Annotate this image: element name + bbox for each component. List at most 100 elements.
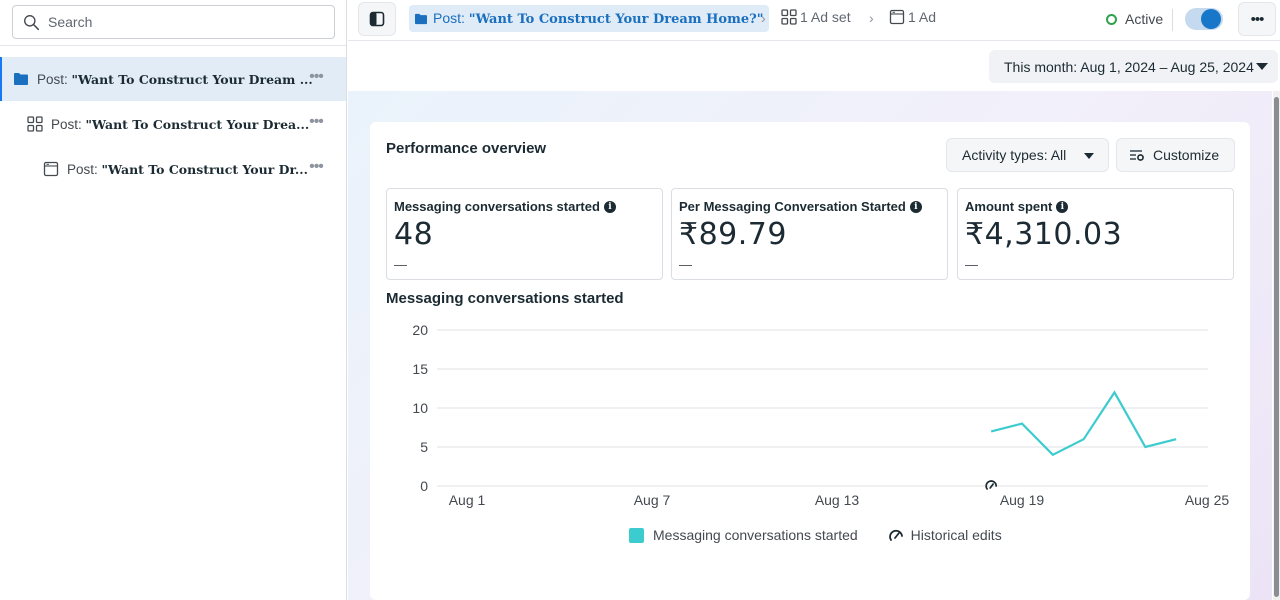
historical-edits-icon <box>888 529 903 541</box>
more-options-button[interactable]: ••• <box>306 114 326 131</box>
data-point[interactable] <box>1139 441 1151 453</box>
more-options-button[interactable]: ••• <box>306 69 326 86</box>
folder-icon <box>415 13 427 24</box>
metric-label-row: Amount spent i <box>965 199 1069 214</box>
info-icon[interactable]: i <box>909 200 922 213</box>
info-icon[interactable]: i <box>603 200 616 213</box>
metric-label-row: Per Messaging Conversation Started i <box>679 199 922 214</box>
y-tick-label: 15 <box>412 361 428 377</box>
metric-delta: — <box>394 257 407 272</box>
folder-icon <box>13 71 29 87</box>
scrollbar-thumb[interactable] <box>1274 97 1279 597</box>
x-tick-label: Aug 19 <box>1000 492 1045 508</box>
toggle-sidebar-button[interactable] <box>358 2 396 36</box>
breadcrumb-ad-set-label: 1 Ad set <box>800 9 851 25</box>
scrollbar[interactable] <box>1273 91 1280 600</box>
legend-item-historical-edits: Historical edits <box>888 527 1002 543</box>
data-point[interactable] <box>1170 433 1182 445</box>
tree-item-ad-set[interactable]: Post: "Want To Construct Your Drea... ••… <box>0 102 346 146</box>
top-bar: Post: "Want To Construct Your Dream Home… <box>348 0 1280 41</box>
label-title: "Want To Construct Your Dream ... <box>71 71 313 87</box>
caret-down-icon <box>1084 153 1094 159</box>
ad-window-icon <box>889 9 905 25</box>
label-prefix: Post: <box>37 71 72 87</box>
x-tick-label: Aug 13 <box>815 492 860 508</box>
info-icon[interactable]: i <box>1056 200 1069 213</box>
metric-value: 48 <box>394 217 434 252</box>
chevron-right-icon: › <box>869 10 874 26</box>
metric-label: Messaging conversations started <box>394 199 600 214</box>
metric-card-cost-per-conversation[interactable]: Per Messaging Conversation Started i ₹89.… <box>671 188 948 280</box>
customize-button[interactable]: Customize <box>1116 138 1235 172</box>
ad-window-icon <box>43 161 59 177</box>
performance-overview-card: Performance overview Activity types: All… <box>370 122 1250 600</box>
breadcrumb-ad[interactable]: 1 Ad <box>889 9 936 25</box>
tree-item-label: Post: "Want To Construct Your Drea... <box>51 117 309 132</box>
tree-item-campaign[interactable]: Post: "Want To Construct Your Dream ... … <box>0 57 346 101</box>
x-tick-label: Aug 1 <box>449 492 486 508</box>
tree-item-label: Post: "Want To Construct Your Dream ... <box>37 72 313 87</box>
x-tick-label: Aug 7 <box>634 492 671 508</box>
chart-svg: 0 5 10 15 20 Aug 1 Aug 7 Aug 13 Aug 19 Aug 25 <box>412 322 1230 508</box>
delivery-status: Active <box>1106 11 1163 27</box>
line-chart: 0 5 10 15 20 Aug 1 Aug 7 Aug 13 Aug 19 Aug 25 <box>370 312 1250 562</box>
metric-card-messaging-conversations[interactable]: Messaging conversations started i 48 — <box>386 188 663 280</box>
metric-label-row: Messaging conversations started i <box>394 199 616 214</box>
chart-legend: Messaging conversations started Historic… <box>629 527 1002 543</box>
sidebar: Post: "Want To Construct Your Dream ... … <box>0 0 347 600</box>
legend-swatch <box>629 527 644 543</box>
tree-item-label: Post: "Want To Construct Your Dr... <box>67 162 308 177</box>
historical-edit-marker[interactable] <box>985 480 998 490</box>
metric-label: Amount spent <box>965 199 1053 214</box>
metric-label: Per Messaging Conversation Started <box>679 199 906 214</box>
activity-types-dropdown[interactable]: Activity types: All <box>946 138 1109 172</box>
grid-icon <box>781 9 797 25</box>
activity-types-label: Activity types: All <box>962 147 1067 163</box>
breadcrumb-campaign-label: Post: "Want To Construct Your Dream Home… <box>433 10 763 27</box>
tree-item-ad[interactable]: Post: "Want To Construct Your Dr... ••• <box>0 147 346 191</box>
label-title: "Want To Construct Your Drea... <box>85 116 310 132</box>
data-point[interactable] <box>985 425 997 437</box>
customize-label: Customize <box>1153 147 1220 163</box>
chart-title: Messaging conversations started <box>386 290 624 307</box>
data-point[interactable] <box>1016 418 1028 430</box>
search-icon <box>24 14 40 30</box>
metric-card-amount-spent[interactable]: Amount spent i ₹4,310.03 — <box>957 188 1234 280</box>
data-point[interactable] <box>1078 433 1090 445</box>
label-prefix: Post: <box>433 10 469 26</box>
breadcrumb-ad-label: 1 Ad <box>908 9 937 25</box>
status-label: Active <box>1125 11 1164 27</box>
x-tick-label: Aug 25 <box>1185 492 1230 508</box>
metric-delta: — <box>679 257 692 272</box>
breadcrumb-campaign[interactable]: Post: "Want To Construct Your Dream Home… <box>409 5 770 32</box>
caret-down-icon <box>1256 63 1268 70</box>
date-range-picker[interactable]: This month: Aug 1, 2024 – Aug 25, 2024 <box>989 50 1278 83</box>
search-box[interactable] <box>12 5 335 39</box>
divider <box>1172 9 1173 31</box>
grid-icon <box>27 116 43 132</box>
y-tick-label: 0 <box>420 478 428 494</box>
metric-delta: — <box>965 257 978 272</box>
search-input[interactable] <box>48 14 308 30</box>
toggle-knob <box>1201 9 1221 29</box>
date-range-label: This month: Aug 1, 2024 – Aug 25, 2024 <box>1004 58 1254 75</box>
y-tick-label: 20 <box>412 322 428 338</box>
metric-value: ₹89.79 <box>679 217 787 252</box>
sidebar-panel-icon <box>369 11 385 27</box>
chevron-right-icon: › <box>761 10 766 26</box>
ads-manager-app: Post: "Want To Construct Your Dream ... … <box>0 0 1280 600</box>
status-active-icon <box>1106 13 1117 25</box>
label-prefix: Post: <box>67 161 102 177</box>
card-title: Performance overview <box>386 140 547 157</box>
label-title: "Want To Construct Your Dr... <box>101 161 308 177</box>
more-options-button[interactable]: ••• <box>306 159 326 176</box>
legend-label-historical-edits: Historical edits <box>910 527 1002 543</box>
more-actions-button[interactable]: ••• <box>1238 2 1276 36</box>
y-tick-label: 10 <box>412 400 428 416</box>
breadcrumb-ad-set[interactable]: 1 Ad set <box>781 9 851 25</box>
customize-settings-icon <box>1130 150 1144 161</box>
metric-value: ₹4,310.03 <box>965 217 1123 252</box>
data-point[interactable] <box>1047 449 1059 461</box>
data-point[interactable] <box>1109 386 1121 398</box>
campaign-on-off-toggle[interactable] <box>1185 8 1223 30</box>
